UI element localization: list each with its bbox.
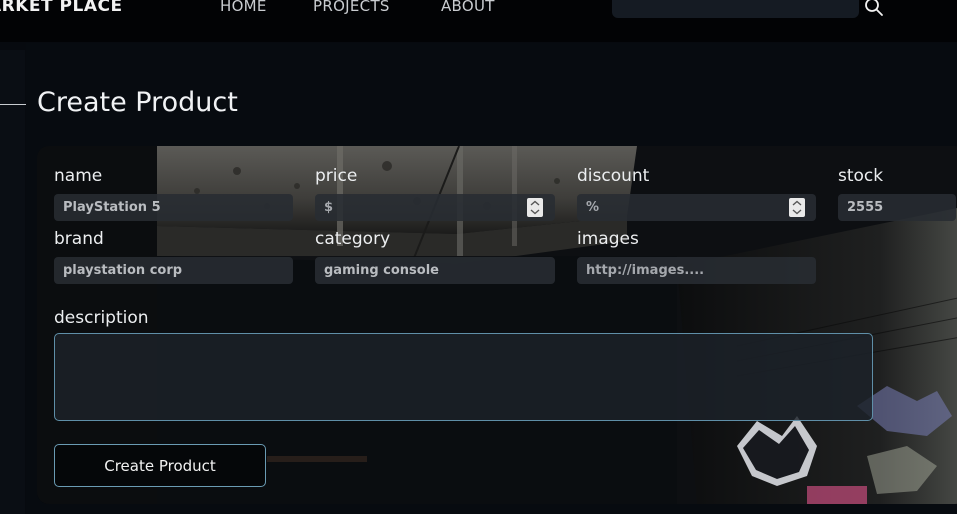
images-input[interactable] — [577, 257, 816, 284]
description-textarea[interactable] — [54, 333, 873, 421]
create-product-button[interactable]: Create Product — [54, 444, 266, 487]
nav-link-projects[interactable]: PROJECTS — [313, 0, 390, 15]
price-stepper-icon[interactable] — [527, 198, 543, 217]
top-navbar: ARKET PLACE HOME PROJECTS ABOUT — [0, 0, 957, 42]
name-input[interactable] — [54, 194, 293, 221]
category-input[interactable] — [315, 257, 555, 284]
search-input[interactable] — [612, 0, 859, 18]
price-label: price — [315, 166, 358, 186]
site-brand[interactable]: ARKET PLACE — [0, 0, 123, 16]
images-label: images — [577, 229, 639, 249]
page-title: Create Product — [37, 87, 238, 118]
name-label: name — [54, 166, 103, 186]
discount-stepper-icon[interactable] — [789, 198, 805, 217]
search-icon[interactable] — [864, 0, 884, 17]
description-label: description — [54, 308, 149, 328]
title-divider — [0, 104, 26, 105]
stock-input[interactable] — [838, 194, 956, 221]
discount-input[interactable] — [577, 194, 816, 221]
nav-link-about[interactable]: ABOUT — [441, 0, 495, 15]
brand-input[interactable] — [54, 257, 293, 284]
category-label: category — [315, 229, 391, 249]
stock-label: stock — [838, 166, 884, 186]
brand-label: brand — [54, 229, 104, 249]
discount-label: discount — [577, 166, 650, 186]
price-input[interactable] — [315, 194, 555, 221]
left-rail — [0, 50, 25, 514]
create-product-form: name price discount stock brand category… — [37, 146, 957, 504]
nav-link-home[interactable]: HOME — [220, 0, 267, 15]
